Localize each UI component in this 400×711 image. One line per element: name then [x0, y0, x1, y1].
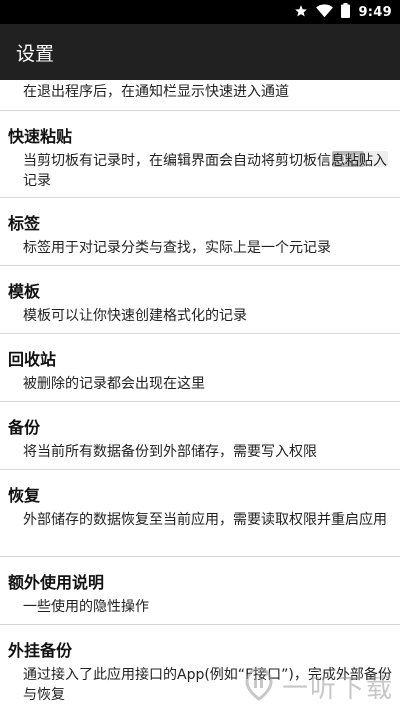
settings-item-quick-paste[interactable]: 快速粘贴 OFF 当剪切板有记录时，在编辑界面会自动将剪切板信息粘贴入记录: [0, 111, 400, 197]
settings-item-restore[interactable]: 恢复 外部储存的数据恢复至当前应用，需要读取权限并重启应用: [0, 470, 400, 556]
settings-item-extra-usage-notes[interactable]: 额外使用说明 一些使用的隐性操作: [0, 557, 400, 624]
settings-item-description: 被删除的记录都会出现在这里: [23, 376, 205, 392]
settings-item-description: 模板可以让你快速创建格式化的记录: [23, 308, 247, 324]
watermark: 一听下载: [238, 661, 400, 711]
settings-item-description: 标签用于对记录分类与查找，实际上是一个元记录: [23, 240, 331, 256]
settings-item-templates[interactable]: 模板 模板可以让你快速创建格式化的记录: [0, 266, 400, 333]
settings-item-recycle-bin[interactable]: 回收站 被删除的记录都会出现在这里: [0, 334, 400, 401]
settings-item-title: 标签: [8, 214, 41, 233]
settings-item-title: 回收站: [8, 350, 57, 369]
settings-item-tags[interactable]: 标签 标签用于对记录分类与查找，实际上是一个元记录: [0, 198, 400, 265]
settings-item-title: 备份: [8, 418, 41, 437]
settings-item-title: 外挂备份: [8, 641, 73, 660]
settings-item-title: 模板: [8, 282, 41, 301]
wifi-icon: [316, 3, 334, 22]
settings-item-description: 在退出程序后，在通知栏显示快速进入通道: [23, 84, 289, 100]
status-time: 9:49: [358, 4, 392, 20]
star-icon: [294, 3, 308, 22]
settings-item-title: 恢复: [8, 486, 41, 505]
settings-item-description: 一些使用的隐性操作: [23, 599, 149, 615]
settings-item-description: 外部储存的数据恢复至当前应用，需要读取权限并重启应用: [23, 512, 387, 528]
status-bar: 9:49: [0, 0, 400, 24]
settings-item-description: 当剪切板有记录时，在编辑界面会自动将剪切板信息粘贴入记录: [23, 153, 387, 189]
settings-item-notification-shortcut[interactable]: 在退出程序后，在通知栏显示快速进入通道: [0, 80, 400, 110]
battery-icon: [341, 2, 351, 22]
watermark-text: 一听下载: [281, 673, 394, 704]
settings-item-description: 将当前所有数据备份到外部储存，需要写入权限: [23, 444, 317, 460]
settings-item-backup[interactable]: 备份 将当前所有数据备份到外部储存，需要写入权限: [0, 402, 400, 469]
app-bar: 设置: [0, 24, 400, 80]
yiting-logo-icon: [244, 667, 274, 705]
status-icons: 9:49: [294, 0, 392, 24]
settings-list[interactable]: 在退出程序后，在通知栏显示快速进入通道 快速粘贴 OFF 当剪切板有记录时，在编…: [0, 80, 400, 711]
page-title: 设置: [16, 42, 55, 65]
settings-item-title: 快速粘贴: [8, 127, 73, 146]
settings-item-title: 额外使用说明: [8, 573, 105, 592]
